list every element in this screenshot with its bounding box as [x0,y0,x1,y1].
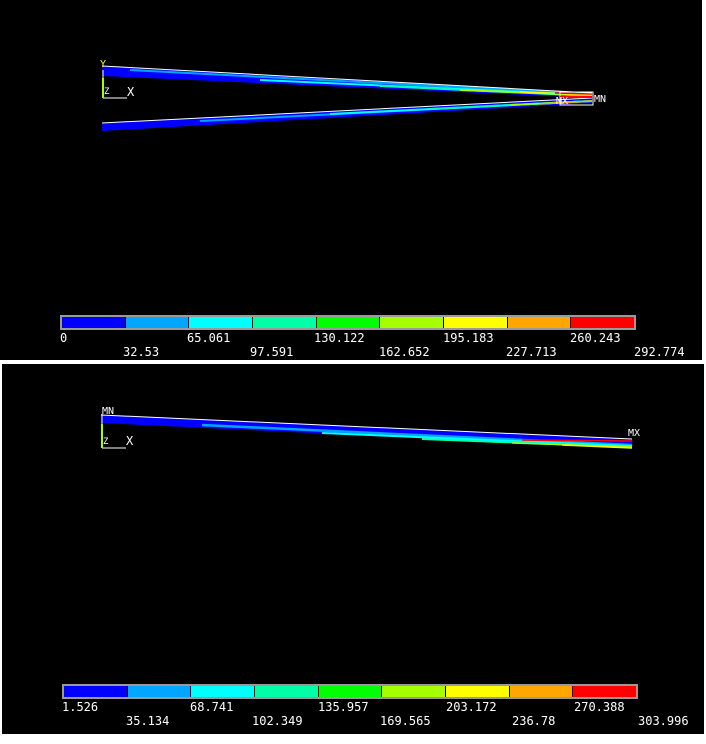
legend-swatch-8 [509,686,574,697]
legend-tick: 0 [60,331,68,345]
legend-tick: 65.061 [187,331,231,345]
x-axis-label: X [127,85,135,99]
legend-tick: 227.713 [506,345,557,359]
max-label: MX [556,96,569,107]
legend-swatch-4 [253,317,317,328]
contour-plot-bottom: MN Z X MX 1.526 68.741 135.957 203.172 2… [2,364,704,734]
z-axis-label: Z [104,87,110,97]
beam-model-top [101,65,594,131]
beam-band-1 [201,423,633,447]
legend-swatch-1 [64,686,128,697]
legend-swatch-5 [318,686,383,697]
legend-tick: 32.53 [123,345,160,359]
upper-arm-edge [101,65,593,94]
legend-tick: 162.652 [379,345,430,359]
legend-tick: 292.774 [634,345,685,359]
legend-tick: 195.183 [443,331,494,345]
legend-swatch-6 [382,686,447,697]
legend-swatch-3 [191,686,256,697]
y-axis-label: Y [100,59,107,70]
legend-tick: 68.741 [190,700,234,714]
max-label: MX [628,428,641,439]
legend-swatch-4 [255,686,319,697]
legend-tick: 135.957 [318,700,369,714]
legend-tick: 102.349 [252,714,303,728]
x-axis-label: X [126,434,134,448]
legend-tick: 270.388 [574,700,625,714]
z-axis-label: Z [103,437,109,447]
legend-swatch-9 [573,686,637,697]
legend-tick: 130.122 [314,331,365,345]
legend-tick: 97.591 [250,345,294,359]
legend-swatch-9 [571,317,635,328]
legend-tick: 203.172 [446,700,497,714]
legend-tick: 260.243 [570,331,621,345]
lower-arm-edge [101,97,593,124]
contour-plot-top: Y Z X MX MN 0 65.061 130.122 195.183 260… [0,0,702,360]
legend-tick: 169.565 [380,714,431,728]
legend-swatch-7 [444,317,508,328]
legend-tick: 236.78 [512,714,556,728]
legend-swatch-2 [127,686,192,697]
legend-swatch-8 [507,317,572,328]
legend-swatch-7 [446,686,510,697]
legend-swatch-3 [189,317,254,328]
legend-tick: 1.526 [62,700,99,714]
legend-swatch-5 [316,317,381,328]
contour-legend-bar [60,315,636,330]
contour-legend-bar [62,684,638,699]
legend-swatch-1 [62,317,126,328]
beam-model-bottom [100,414,633,449]
min-label: MN [102,406,115,417]
legend-swatch-6 [380,317,445,328]
beam-band-6 [521,439,633,442]
upper-arm-band-1 [129,69,593,95]
legend-swatch-2 [125,317,190,328]
min-label: MN [594,94,607,105]
legend-tick: 303.996 [638,714,689,728]
legend-tick: 35.134 [126,714,170,728]
